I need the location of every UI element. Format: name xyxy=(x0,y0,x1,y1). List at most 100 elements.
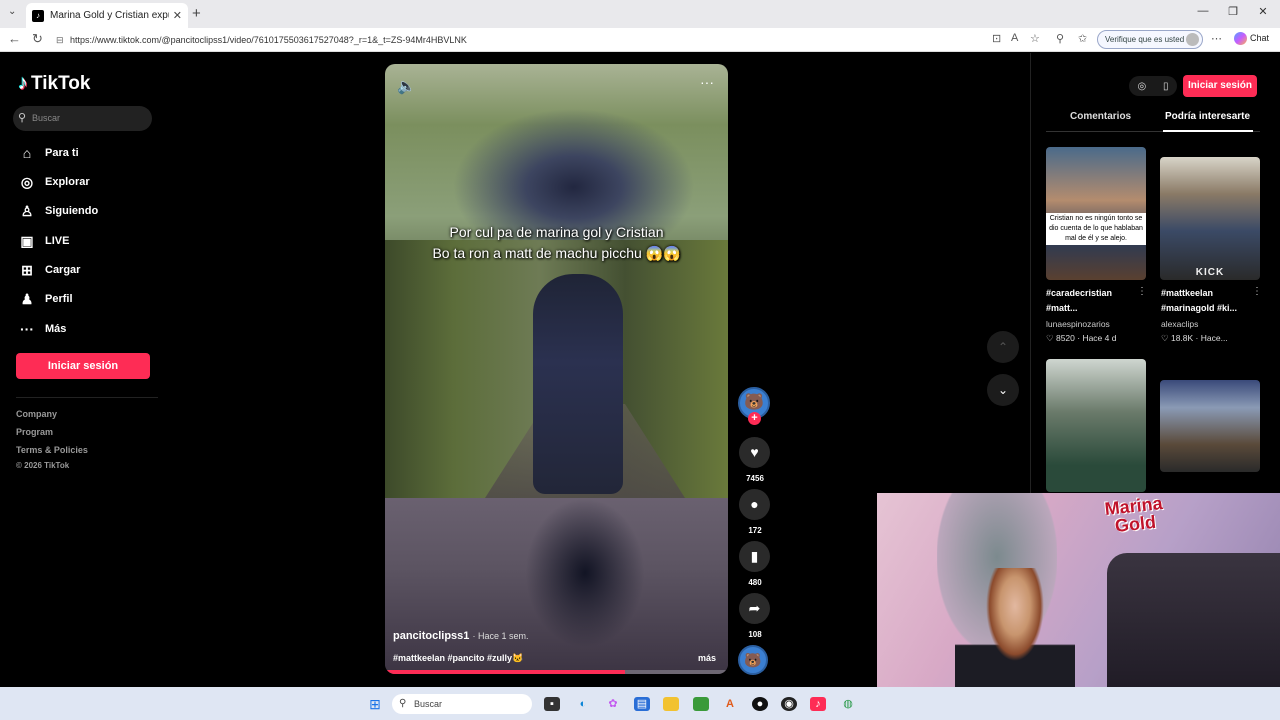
edge-browser-icon[interactable]: ◐ xyxy=(575,697,591,711)
bookmark-count: 480 xyxy=(748,578,762,587)
search-input[interactable]: ⚲ Buscar xyxy=(13,106,152,131)
video-blur-top xyxy=(385,64,728,240)
share-count: 108 xyxy=(748,630,762,639)
comment-button[interactable]: ● xyxy=(739,489,770,520)
previous-video-button[interactable]: ⌃ xyxy=(987,331,1019,363)
recommended-thumbnail[interactable]: KICK xyxy=(1160,157,1260,280)
footer-link-company[interactable]: Company xyxy=(16,409,57,419)
share-button[interactable]: ➦ xyxy=(739,593,770,624)
like-button[interactable]: ♥ xyxy=(739,437,770,468)
profile-avatar xyxy=(1186,33,1199,46)
tab-title: Marina Gold y Cristian expulsados xyxy=(50,10,169,21)
next-video-button[interactable]: ⌄ xyxy=(987,374,1019,406)
card-user[interactable]: lunaespinozarios xyxy=(1046,319,1110,329)
upload-icon: ⊞ xyxy=(21,261,33,278)
url-input[interactable]: ⊟ https://www.tiktok.com/@pancitoclipss1… xyxy=(52,31,832,49)
nav-item-cargar[interactable]: ⊞ Cargar xyxy=(18,259,80,281)
copilot-app-icon[interactable]: ✿ xyxy=(605,697,621,711)
app-icon[interactable]: ◉ xyxy=(781,697,797,711)
header-login-button[interactable]: Iniciar sesión xyxy=(1183,75,1257,97)
video-player[interactable]: Por cul pa de marina gol y Cristian Bo t… xyxy=(385,64,728,674)
copyright-text: © 2026 TikTok xyxy=(16,461,70,470)
restore-icon[interactable]: ❐ xyxy=(1218,5,1248,18)
obs-icon[interactable]: ● xyxy=(752,697,768,711)
favorite-star-icon[interactable]: ☆ xyxy=(1030,32,1040,45)
profile-icon: ♟ xyxy=(20,290,34,307)
card-more-icon[interactable]: ⋮ xyxy=(1137,286,1147,297)
nav-item-perfil[interactable]: ♟ Perfil xyxy=(18,288,73,310)
search-icon: ⚲ xyxy=(399,698,407,709)
device-icon[interactable]: ▯ xyxy=(1163,81,1169,92)
nav-label: Explorar xyxy=(45,176,90,188)
more-menu-icon[interactable]: ⋯ xyxy=(1211,32,1222,45)
browser-tab[interactable]: ♪ Marina Gold y Cristian expulsados ✕ xyxy=(26,3,188,28)
video-hashtags[interactable]: #mattkeelan #pancito #zully🐱 xyxy=(393,653,523,664)
tiktok-favicon-icon: ♪ xyxy=(32,9,44,22)
new-tab-button[interactable]: + xyxy=(192,5,201,22)
tiktok-app-icon[interactable]: ♪ xyxy=(810,697,826,711)
follow-plus-icon[interactable]: + xyxy=(748,412,761,425)
reload-icon[interactable]: ↻ xyxy=(32,31,43,47)
footer-link-program[interactable]: Program xyxy=(16,427,53,437)
post-time: · Hace 1 sem. xyxy=(472,631,529,641)
card-title[interactable]: #mattkeelan #marinagold #ki... xyxy=(1161,286,1256,316)
chrome-icon[interactable]: ◍ xyxy=(840,697,856,711)
site-info-icon[interactable]: ⊟ xyxy=(56,31,64,49)
comment-count: 172 xyxy=(748,526,762,535)
more-dots-icon: ··· xyxy=(20,321,34,337)
extensions-icon[interactable]: ⚲ xyxy=(1056,32,1064,45)
nav-item-para-ti[interactable]: ⌂ Para ti xyxy=(18,142,79,164)
file-explorer-icon[interactable] xyxy=(663,697,679,711)
minimize-icon[interactable]: — xyxy=(1188,5,1218,17)
video-author[interactable]: pancitoclipss1 · Hace 1 sem. xyxy=(393,630,529,642)
compass-icon: ◎ xyxy=(20,173,34,190)
close-window-icon[interactable]: ✕ xyxy=(1248,5,1278,18)
sidebar-login-button[interactable]: Iniciar sesión xyxy=(16,353,150,379)
sound-disc-avatar[interactable]: 🐻 xyxy=(738,645,768,675)
tab-comentarios[interactable]: Comentarios xyxy=(1070,111,1131,122)
search-placeholder: Buscar xyxy=(32,113,61,123)
video-progress-bar[interactable] xyxy=(385,670,728,674)
bookmark-button[interactable]: ▮ xyxy=(739,541,770,572)
store-icon[interactable]: ▤ xyxy=(634,697,650,711)
task-view-icon[interactable]: ▪ xyxy=(544,697,560,711)
recommended-thumbnail[interactable] xyxy=(1046,359,1146,492)
active-tab-indicator xyxy=(1163,130,1253,132)
tab-podria-interesarte[interactable]: Podría interesarte xyxy=(1165,111,1250,122)
coins-icon[interactable]: ◎ xyxy=(1137,81,1146,92)
back-icon[interactable]: ← xyxy=(8,31,21,46)
verify-profile-button[interactable]: Verifique que es usted xyxy=(1097,30,1203,49)
video-more-icon[interactable]: ··· xyxy=(700,74,714,90)
search-icon: ⚲ xyxy=(18,112,27,124)
more-description-button[interactable]: más xyxy=(698,653,716,663)
app-available-icon[interactable]: ⊡ xyxy=(992,32,1001,45)
card-more-icon[interactable]: ⋮ xyxy=(1252,286,1262,297)
nav-item-mas[interactable]: ··· Más xyxy=(18,318,66,340)
streamer-webcam: Marina Gold xyxy=(877,493,1280,720)
author-name[interactable]: pancitoclipss1 xyxy=(393,630,469,642)
nav-label: Perfil xyxy=(45,293,73,305)
card-user[interactable]: alexaclips xyxy=(1161,319,1198,329)
footer-link-terms[interactable]: Terms & Policies xyxy=(16,445,88,455)
nav-item-siguiendo[interactable]: ♙ Siguiendo xyxy=(18,200,98,222)
recommended-thumbnail[interactable] xyxy=(1160,380,1260,472)
tiktok-logo[interactable]: ♪ TikTok xyxy=(18,72,90,95)
tab-list-icon[interactable]: ⌄ xyxy=(8,6,16,17)
favorites-icon[interactable]: ✩ xyxy=(1078,32,1087,45)
recommended-thumbnail[interactable]: Cristian no es ningún tonto se dio cuent… xyxy=(1046,147,1146,280)
windows-start-icon[interactable]: ⊞ xyxy=(367,697,383,711)
caption-line-1: Por cul pa de marina gol y Cristian xyxy=(449,224,664,240)
copilot-chat-button[interactable]: Chat xyxy=(1234,32,1269,45)
volume-icon[interactable]: 🔈 xyxy=(397,77,416,95)
taskbar-search[interactable]: ⚲ Buscar xyxy=(392,694,532,714)
marina-gold-logo: Marina Gold xyxy=(1085,493,1183,538)
card-meta: ♡ 8520 · Hace 4 d xyxy=(1046,333,1117,343)
translate-icon[interactable]: A xyxy=(1011,32,1018,44)
nav-item-live[interactable]: ▣ LIVE xyxy=(18,230,69,252)
minecraft-icon[interactable] xyxy=(693,697,709,711)
tab-close-icon[interactable]: ✕ xyxy=(173,9,182,22)
copilot-icon xyxy=(1234,32,1247,45)
nav-item-explorar[interactable]: ◎ Explorar xyxy=(18,171,90,193)
app-a-icon[interactable]: A xyxy=(722,697,738,711)
card-title[interactable]: #caradecristian #matt... xyxy=(1046,286,1141,316)
